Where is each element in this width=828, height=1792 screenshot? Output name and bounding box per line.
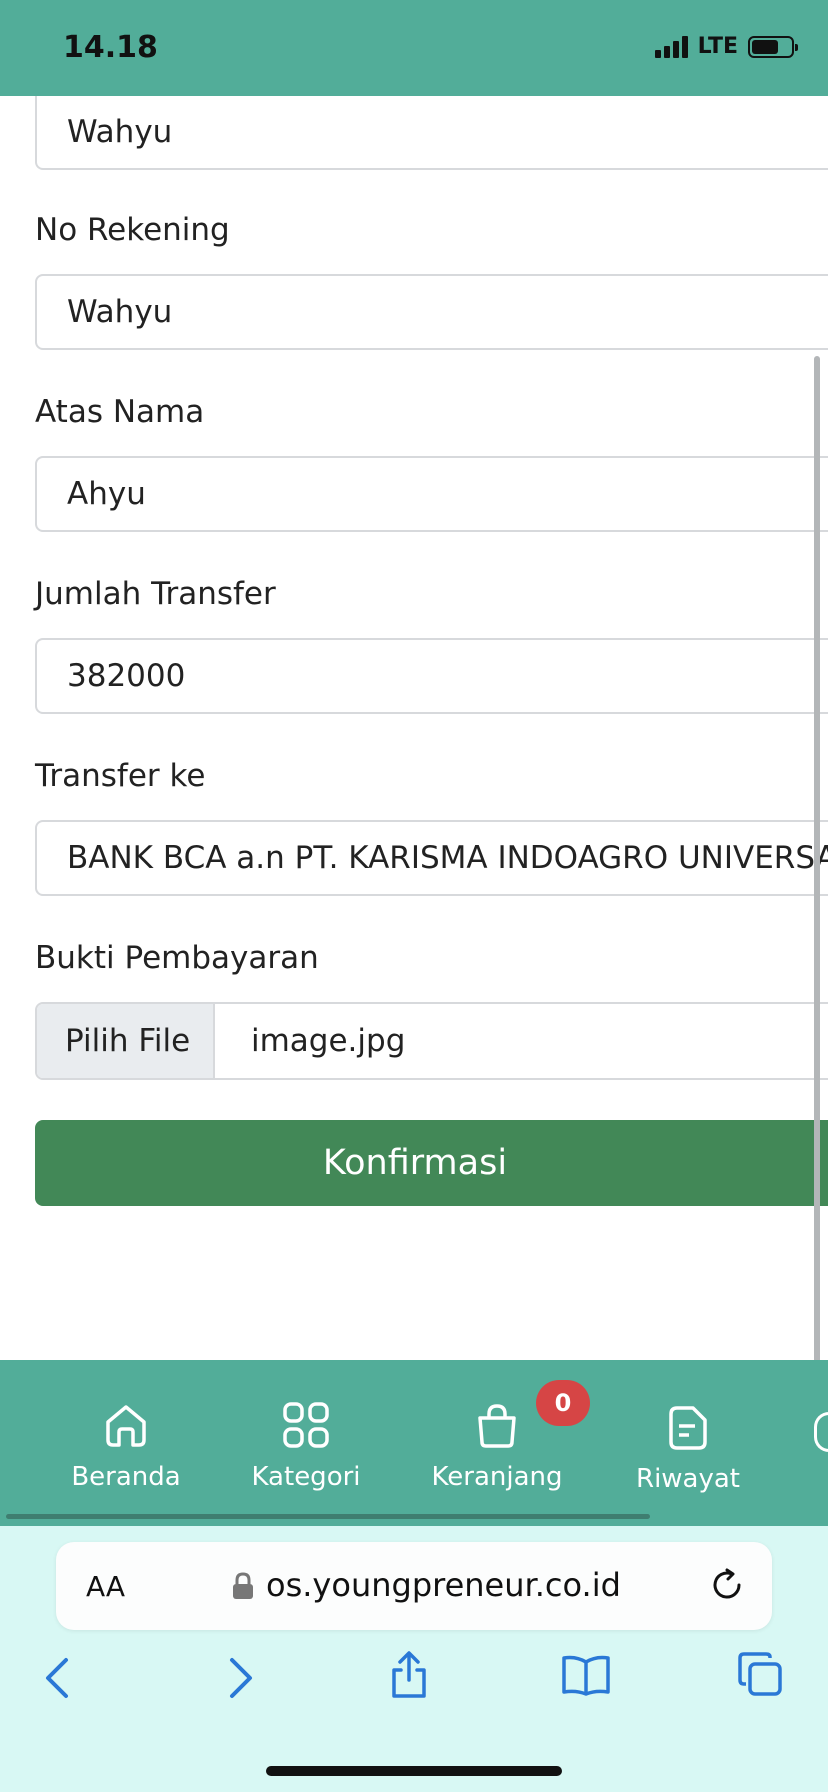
nav-scroll-indicator xyxy=(6,1514,650,1519)
transfer-amount-input[interactable]: 382000 xyxy=(35,638,828,714)
browser-toolbar: AA os.youngpreneur.co.id xyxy=(0,1526,828,1792)
network-type: LTE xyxy=(697,34,738,59)
nav-item-riwayat[interactable]: Riwayat xyxy=(628,1404,748,1494)
cart-count-badge: 0 xyxy=(536,1380,590,1426)
reader-settings-button[interactable]: AA xyxy=(86,1570,125,1603)
battery-icon xyxy=(748,35,798,58)
account-holder-label: Atas Nama xyxy=(35,394,205,430)
transfer-to-label: Transfer ke xyxy=(35,758,206,794)
status-indicators: LTE xyxy=(654,34,798,59)
home-indicator xyxy=(266,1766,562,1776)
reload-icon[interactable] xyxy=(708,1566,746,1604)
nav-item-beranda[interactable]: Beranda xyxy=(68,1400,184,1492)
bottom-nav: Beranda Kategori Keranjang Riwayat xyxy=(0,1360,828,1526)
back-icon[interactable] xyxy=(40,1656,80,1700)
address-bar[interactable]: AA os.youngpreneur.co.id xyxy=(56,1542,772,1630)
status-time: 14.18 xyxy=(63,30,158,65)
tabs-icon[interactable] xyxy=(736,1650,784,1698)
bag-icon xyxy=(478,1404,516,1448)
transfer-to-select[interactable]: BANK BCA a.n PT. KARISMA INDOAGRO UNIVER… xyxy=(35,820,828,896)
nav-label-keranjang: Keranjang xyxy=(431,1462,563,1492)
home-icon xyxy=(106,1405,146,1447)
choose-file-button[interactable]: Pilih File xyxy=(37,1004,215,1078)
payment-proof-label: Bukti Pembayaran xyxy=(35,940,319,976)
chat-icon[interactable] xyxy=(814,1412,828,1452)
nav-label-kategori: Kategori xyxy=(251,1462,361,1492)
payment-proof-file-input[interactable]: Pilih File image.jpg xyxy=(35,1002,828,1080)
lock-icon xyxy=(233,1572,253,1599)
signal-icon xyxy=(654,35,688,58)
transfer-amount-label: Jumlah Transfer xyxy=(35,576,276,612)
account-holder-input[interactable]: Ahyu xyxy=(35,456,828,532)
nav-label-beranda: Beranda xyxy=(71,1462,181,1492)
share-icon[interactable] xyxy=(388,1650,430,1700)
bookmarks-icon[interactable] xyxy=(560,1654,612,1696)
document-icon xyxy=(669,1406,707,1450)
url-text: os.youngpreneur.co.id xyxy=(266,1566,621,1604)
selected-file-name: image.jpg xyxy=(251,1023,406,1059)
account-number-input[interactable]: Wahyu xyxy=(35,274,828,350)
status-bar: 14.18 LTE xyxy=(0,0,828,96)
account-number-label: No Rekening xyxy=(35,212,230,248)
page-scrollbar[interactable] xyxy=(814,356,820,1366)
grid-icon xyxy=(283,1402,329,1448)
forward-icon[interactable] xyxy=(218,1656,258,1700)
nav-label-riwayat: Riwayat xyxy=(636,1464,740,1494)
nav-item-kategori[interactable]: Kategori xyxy=(250,1400,362,1492)
confirm-button[interactable]: Konfirmasi xyxy=(35,1120,828,1206)
bank-name-input[interactable]: Wahyu xyxy=(35,96,828,170)
